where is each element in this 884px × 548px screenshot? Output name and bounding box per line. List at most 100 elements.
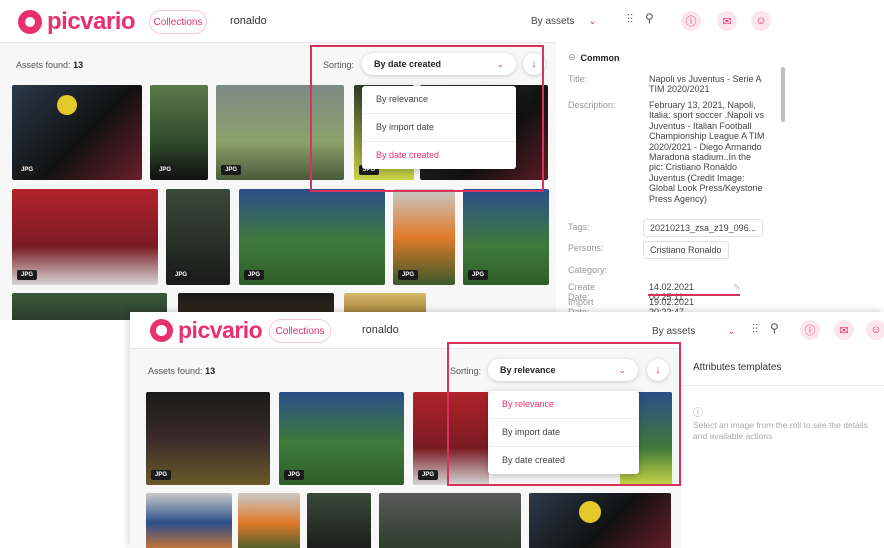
assets-found-label: Assets found: bbox=[148, 366, 203, 376]
sorting-dropdown: By relevance By import date By date crea… bbox=[488, 391, 639, 474]
asset-thumbnail[interactable]: JPG bbox=[413, 392, 489, 485]
search-input[interactable]: ronaldo bbox=[230, 10, 267, 32]
asset-thumbnail[interactable]: JPG bbox=[239, 189, 385, 285]
scope-select-value: By assets bbox=[652, 325, 696, 337]
chevron-down-icon: ⌄ bbox=[618, 364, 626, 375]
asset-thumbnail[interactable]: JPG bbox=[12, 189, 158, 285]
sorting-select[interactable]: By date created ⌄ bbox=[362, 53, 516, 75]
file-type-badge: JPG bbox=[284, 470, 305, 480]
tag-chip[interactable]: 20210213_zsa_z19_096... bbox=[643, 219, 764, 237]
file-type-badge: JPG bbox=[171, 270, 192, 280]
search-icon[interactable]: ⚲ bbox=[770, 321, 779, 335]
asset-thumbnail[interactable]: JPG bbox=[146, 392, 270, 485]
logo[interactable]: picvario bbox=[18, 8, 136, 36]
sort-option-relevance[interactable]: By relevance bbox=[488, 391, 639, 419]
sorting-label: Sorting: bbox=[450, 366, 482, 376]
asset-thumbnail[interactable]: JPG bbox=[150, 85, 208, 180]
asset-thumbnail[interactable]: JPG bbox=[12, 85, 142, 180]
sort-option-import-date[interactable]: By import date bbox=[362, 114, 516, 142]
user-icon[interactable]: ☺ bbox=[751, 11, 771, 31]
asset-thumbnail[interactable]: JPG bbox=[279, 392, 404, 485]
sort-direction-button[interactable]: ↓ bbox=[523, 53, 545, 75]
screenshot-date-created: picvario Collections ronaldo By assets ⌄… bbox=[0, 0, 788, 320]
sort-direction-button[interactable]: ↓ bbox=[647, 359, 669, 381]
asset-thumbnail[interactable] bbox=[529, 493, 671, 548]
asset-thumbnail[interactable]: JPG bbox=[463, 189, 549, 285]
arrow-down-icon: ↓ bbox=[531, 58, 537, 70]
info-icon[interactable]: ⓘ bbox=[800, 320, 820, 340]
sort-option-relevance[interactable]: By relevance bbox=[362, 86, 516, 114]
file-type-badge: JPG bbox=[418, 470, 439, 480]
section-title: Common bbox=[580, 52, 620, 63]
asset-thumbnail[interactable]: JPG bbox=[166, 189, 230, 285]
title-label: Title: bbox=[568, 74, 588, 84]
sorting-select-value: By relevance bbox=[500, 365, 556, 375]
file-type-badge: JPG bbox=[221, 165, 242, 175]
persons-label: Persons: bbox=[568, 243, 604, 253]
create-date-underline bbox=[648, 294, 740, 296]
top-bar: picvario Collections ronaldo By assets ⌄… bbox=[130, 312, 884, 349]
details-panel: ⊖ Common Title: Napoli vs Juventus - Ser… bbox=[556, 42, 788, 320]
edit-pencil-icon[interactable]: ✎ bbox=[733, 282, 741, 293]
sorting-dropdown: By relevance By import date By date crea… bbox=[362, 86, 516, 169]
chevron-down-icon: ⌄ bbox=[496, 58, 504, 69]
sort-option-date-created[interactable]: By date created bbox=[362, 142, 516, 169]
chevron-down-icon: ⌄ bbox=[727, 325, 736, 337]
file-type-badge: JPG bbox=[17, 270, 38, 280]
search-icon[interactable]: ⚲ bbox=[645, 11, 654, 25]
title-value: Napoli vs Juventus - Serie A TIM 2020/20… bbox=[649, 74, 762, 95]
inbox-icon[interactable]: ✉ bbox=[717, 11, 737, 31]
user-icon[interactable]: ☺ bbox=[866, 320, 884, 340]
sliders-icon[interactable]: ⫶⫶ bbox=[752, 322, 758, 337]
description-label: Description: bbox=[568, 100, 616, 110]
info-icon[interactable]: ⓘ bbox=[681, 11, 701, 31]
file-type-badge: JPG bbox=[244, 270, 265, 280]
assets-found-count: 13 bbox=[205, 366, 216, 376]
section-header-common[interactable]: ⊖ Common bbox=[568, 52, 620, 63]
scrollbar[interactable] bbox=[781, 67, 785, 122]
divider bbox=[681, 385, 884, 386]
scope-select[interactable]: By assets ⌄ bbox=[652, 320, 736, 342]
asset-thumbnail[interactable] bbox=[379, 493, 521, 548]
person-chip[interactable]: Cristiano Ronaldo bbox=[643, 241, 729, 259]
sliders-icon[interactable]: ⫶⫶ bbox=[627, 12, 633, 27]
asset-thumbnail[interactable]: JPG bbox=[393, 189, 455, 285]
tags-label: Tags: bbox=[568, 222, 590, 232]
logo[interactable]: picvario bbox=[150, 317, 263, 344]
arrow-down-icon: ↓ bbox=[655, 364, 661, 376]
asset-thumbnail[interactable] bbox=[307, 493, 371, 548]
chevron-down-icon: ⌄ bbox=[588, 15, 597, 27]
assets-found: Assets found: 13 bbox=[16, 60, 83, 70]
file-type-badge: JPG bbox=[468, 270, 489, 280]
logo-text: picvario bbox=[47, 8, 136, 35]
file-type-badge: JPG bbox=[17, 165, 38, 175]
search-input[interactable]: ronaldo bbox=[362, 319, 399, 341]
logo-mark-icon bbox=[150, 319, 173, 342]
sorting-label: Sorting: bbox=[323, 60, 355, 70]
sorting-select-value: By date created bbox=[374, 59, 442, 69]
category-label: Category: bbox=[568, 265, 608, 275]
collections-button[interactable]: Collections bbox=[149, 10, 207, 34]
file-type-badge: JPG bbox=[398, 270, 419, 280]
sorting-select[interactable]: By relevance ⌄ bbox=[488, 359, 638, 381]
scope-select[interactable]: By assets ⌄ bbox=[531, 10, 597, 32]
panel-title: Attributes templates bbox=[693, 362, 782, 373]
file-type-badge: JPG bbox=[151, 470, 172, 480]
inbox-icon[interactable]: ✉ bbox=[834, 320, 854, 340]
asset-thumbnail[interactable]: JPG bbox=[216, 85, 344, 180]
sort-option-date-created[interactable]: By date created bbox=[488, 447, 639, 474]
asset-thumbnail[interactable] bbox=[146, 493, 232, 548]
logo-mark-icon bbox=[18, 10, 42, 34]
screenshot-relevance: picvario Collections ronaldo By assets ⌄… bbox=[130, 312, 884, 548]
logo-text: picvario bbox=[178, 317, 263, 343]
description-value: February 13, 2021, Napoli, Italia: sport… bbox=[649, 100, 765, 204]
sort-option-import-date[interactable]: By import date bbox=[488, 419, 639, 447]
empty-message: Select an image from the roll to see the… bbox=[693, 420, 868, 441]
assets-found-count: 13 bbox=[73, 60, 84, 70]
collections-button[interactable]: Collections bbox=[269, 319, 331, 343]
collapse-icon: ⊖ bbox=[568, 52, 576, 62]
asset-thumbnail[interactable] bbox=[238, 493, 300, 548]
attributes-panel: Attributes templates ⓘ Select an image f… bbox=[681, 348, 884, 548]
assets-found-label: Assets found: bbox=[16, 60, 71, 70]
assets-found: Assets found: 13 bbox=[148, 366, 215, 376]
